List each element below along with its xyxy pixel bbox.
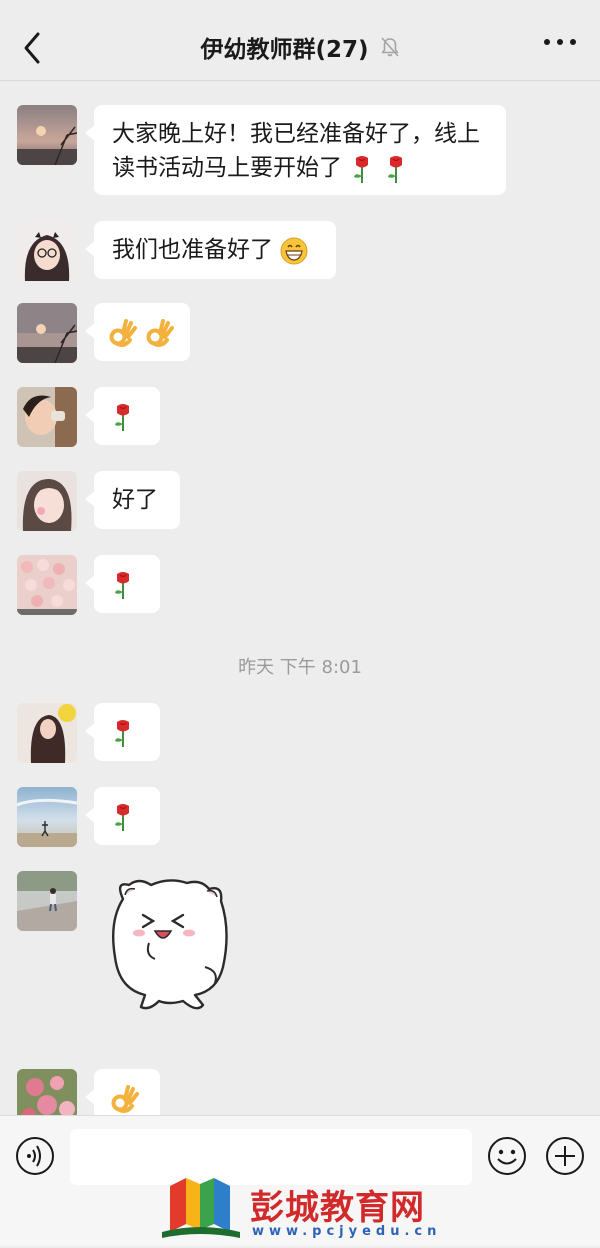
title-area: 伊幼教师群(27) (0, 30, 600, 64)
chat-header: 伊幼教师群(27) (0, 0, 600, 81)
avatar[interactable] (17, 303, 77, 363)
girl-portrait-avatar (17, 471, 77, 531)
message-bubble[interactable]: 大家晚上好！我已经准备好了，线上读书活动马上要开始了 (85, 105, 506, 195)
sunset-photo-avatar (17, 303, 77, 363)
ok-hand-emoji-icon (111, 1084, 139, 1113)
grin-emoji-icon (280, 237, 308, 264)
avatar[interactable] (17, 871, 77, 931)
rose-emoji-icon (387, 155, 402, 183)
avatar[interactable] (17, 555, 77, 615)
child-on-pavement-avatar (17, 871, 77, 931)
ok-hand-emoji-icon (146, 318, 175, 347)
message-bubble[interactable] (85, 1069, 160, 1115)
plus-icon (546, 1137, 584, 1175)
child-drinking-avatar (17, 387, 77, 447)
mute-bell-icon (380, 37, 399, 57)
message-bubble[interactable]: 我们也准备好了 (85, 221, 336, 279)
more-options-button[interactable] (544, 36, 578, 48)
message-bubble[interactable] (85, 703, 160, 761)
smiley-face-icon (488, 1137, 526, 1175)
beach-photo-avatar (17, 787, 77, 847)
message-bubble[interactable]: 好了 (85, 471, 180, 529)
rose-emoji-icon (354, 155, 369, 183)
input-toolbar: 彭城教育网 www.pcjyedu.cn (0, 1115, 600, 1246)
rose-emoji-icon (115, 803, 129, 831)
flower-wall-avatar (17, 555, 77, 615)
pink-flowers-avatar (17, 1069, 77, 1115)
message-bubble[interactable] (85, 387, 160, 445)
avatar[interactable] (17, 221, 77, 281)
avatar[interactable] (17, 387, 77, 447)
rose-emoji-icon (115, 403, 129, 431)
rose-emoji-icon (115, 571, 129, 599)
message-text: 我们也准备好了 (112, 237, 273, 263)
avatar[interactable] (17, 1069, 77, 1115)
message-bubble[interactable] (85, 555, 160, 613)
rose-emoji-icon (115, 719, 129, 747)
sticker[interactable] (105, 871, 235, 1016)
message-bubble[interactable] (85, 303, 190, 361)
avatar[interactable] (17, 787, 77, 847)
message-text: 大家晚上好！我已经准备好了，线上读书活动马上要开始了 (112, 121, 480, 181)
avatar[interactable] (17, 471, 77, 531)
ok-hand-emoji-icon (109, 318, 137, 347)
avatar[interactable] (17, 105, 77, 165)
message-bubble[interactable] (85, 787, 160, 845)
white-cat-laughing-sticker-icon (112, 879, 228, 1010)
watermark-url: www.pcjyedu.cn (252, 1224, 442, 1239)
message-text: 好了 (112, 487, 158, 513)
message-timestamp: 昨天 下午 8:01 (238, 657, 362, 678)
watermark-text: 彭城教育网 (250, 1188, 425, 1228)
emoji-button[interactable] (487, 1136, 527, 1176)
chat-title: 伊幼教师群(27) (200, 37, 369, 63)
sunset-photo-avatar (17, 105, 77, 165)
girl-with-glasses-avatar (17, 221, 77, 281)
voice-input-button[interactable] (15, 1136, 55, 1176)
book-logo-icon (162, 1178, 240, 1238)
watermark: 彭城教育网 www.pcjyedu.cn (160, 1174, 460, 1246)
avatar[interactable] (17, 703, 77, 763)
long-hair-girl-avatar (17, 703, 77, 763)
voice-icon (16, 1137, 54, 1175)
message-list[interactable]: 大家晚上好！我已经准备好了，线上读书活动马上要开始了 我们也准备好了 好了 昨天… (0, 81, 600, 1115)
more-functions-button[interactable] (545, 1136, 585, 1176)
